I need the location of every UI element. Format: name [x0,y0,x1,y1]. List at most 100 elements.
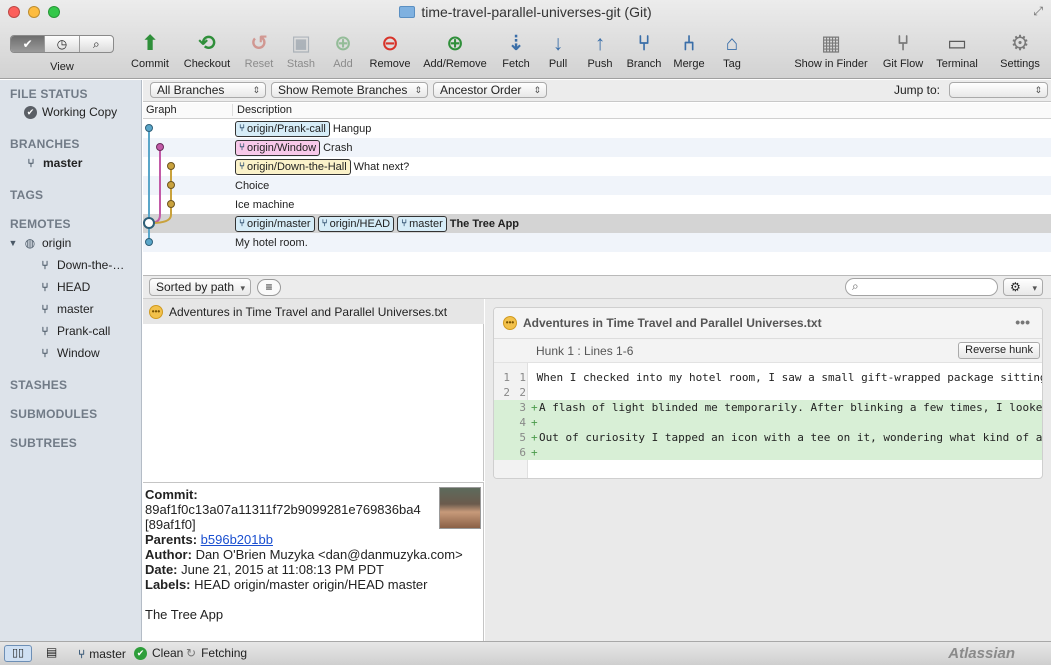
graph-head-node [143,217,155,229]
disclosure-triangle-icon[interactable]: ▼ [8,235,18,251]
add-remove-icon: ⊕ [446,32,464,55]
branch-tag-label: origin/Window [247,141,317,154]
parent-commit-link[interactable]: b596b201bb [201,532,273,547]
file-list-item[interactable]: ••• Adventures in Time Travel and Parall… [143,299,484,324]
stashes-header[interactable]: STASHES [10,378,67,392]
show-in-finder-button[interactable]: ▦ Show in Finder [794,30,867,76]
tag-button[interactable]: ⌂ Tag [705,30,759,76]
branch-tag: ⑂ origin/Prank-call [235,120,330,137]
commit-graph [143,124,175,246]
file-status-header[interactable]: FILE STATUS [10,87,88,101]
commit-row[interactable]: My hotel room. [143,233,1051,252]
commit-row[interactable]: ⑂ origin/Down-the-Hall What next? [143,157,1051,176]
diff-file-name: Adventures in Time Travel and Parallel U… [523,316,822,330]
search-view-icon[interactable]: ⌕ [80,36,113,52]
diff-line-added[interactable]: 5 + Out of curiosity I tapped an icon with… [494,430,1042,445]
chevron-down-icon: ▾ [240,283,245,293]
gear-icon: ⚙ [1010,32,1030,55]
reverse-hunk-button[interactable]: Reverse hunk [958,342,1040,359]
commit-message: The Tree App [449,217,520,230]
branches-filter-dropdown[interactable]: All Branches ⇕ [150,82,266,98]
commit-row[interactable]: Ice machine [143,195,1051,214]
tags-header[interactable]: TAGS [10,188,43,202]
list-view-icon[interactable]: ≡ [257,279,281,296]
sidebar-item-remote-prank-call[interactable]: ⑂ Prank-call [38,323,110,339]
sidebar-toggle-icon[interactable]: ▯▯ [4,645,32,662]
graph-commit-node [167,162,175,170]
log-history-view-icon[interactable]: ◷ [45,36,80,52]
branch-tag: ⑂ origin/HEAD [317,215,395,232]
graph-commit-node [167,200,175,208]
diff-line[interactable]: 22 [494,385,1042,400]
settings-button[interactable]: ⚙ Settings [993,30,1047,76]
sidebar-item-origin[interactable]: ▼ ◍ origin [8,235,72,251]
diff-line-text: A flash of light blinded me temporarily.… [539,401,1043,414]
updown-arrows-icon: ⇕ [414,85,422,95]
sidebar-item-remote-window[interactable]: ⑂ Window [38,345,99,361]
author-label: Author: [145,547,192,562]
settings-gear-dropdown[interactable]: ⚙ ▾ [1003,278,1043,296]
branch-icon: ⑂ [41,258,49,272]
remote-filter-value: Show Remote Branches [278,83,408,97]
remove-icon: ⊖ [381,32,399,55]
graph-lane-line [149,147,161,224]
commit-icon: ⬆ [141,32,159,55]
bottom-pane-toggle-icon[interactable]: ▤ [46,645,57,659]
search-input[interactable] [866,280,994,294]
branch-icon: ⑂ [78,647,86,661]
sidebar-item-remote-down-the-hall[interactable]: ⑂ Down-the-… [38,257,124,273]
commit-row-selected[interactable]: ⑂ origin/master ⑂ origin/HEAD ⑂ master The … [143,214,1051,233]
commit-row[interactable]: ⑂ origin/Window Crash [143,138,1051,157]
diff-line[interactable]: 11 When I checked into my hotel room, I … [494,370,1042,385]
branch-icon: ⑂ [41,324,49,338]
fullscreen-icon[interactable]: ⤢ [1033,4,1043,19]
new-line-number: 2 [519,386,526,399]
submodules-header[interactable]: SUBMODULES [10,407,97,421]
sidebar-item-working-copy[interactable]: ✔ Working Copy [24,104,117,120]
branches-header[interactable]: BRANCHES [10,137,80,151]
branch-tag: ⑂ origin/master [235,215,315,232]
subtrees-header[interactable]: SUBTREES [10,436,77,450]
modified-icon: ••• [149,304,163,319]
sidebar-item-remote-master[interactable]: ⑂ master [38,301,93,317]
commit-row[interactable]: ⑂ origin/Prank-call Hangup [143,119,1051,138]
diff-card: ••• Adventures in Time Travel and Parall… [493,307,1043,479]
commit-row[interactable]: Choice [143,176,1051,195]
branch-icon: ⑂ [401,218,408,229]
graph-commit-node [145,124,153,132]
new-line-number: 1 [519,371,526,384]
diff-line-added[interactable]: 6 + [494,445,1042,460]
sidebar-item-remote-head[interactable]: ⑂ HEAD [38,279,90,295]
check-circle-icon: ✔ [24,105,37,119]
graph-column-header[interactable]: Graph [146,104,177,116]
avatar [439,487,481,529]
log-filter-bar: All Branches ⇕ Show Remote Branches ⇕ Ance… [143,80,1051,102]
commit-details: Commit: 89af1f0c13a07a11311f72b9099281e7… [143,482,484,641]
branch-tag: ⑂ origin/Down-the-Hall [235,158,351,175]
commit-hash: 89af1f0c13a07a11311f72b9099281e769836ba4 [145,502,421,517]
diff-line-added[interactable]: 4 + [494,415,1042,430]
git-flow-icon: ⑂ [896,32,910,55]
checkout-icon: ⟲ [198,32,216,55]
updown-arrows-icon: ⇕ [533,85,541,95]
hunk-header: Hunk 1 : Lines 1-6 Reverse hunk [494,339,1042,363]
jump-to-dropdown[interactable]: ⇕ [949,82,1048,98]
graph-commit-node [145,238,153,246]
more-options-icon[interactable]: ••• [1015,314,1030,330]
diff-line-added[interactable]: 3 + A flash of light blinded me temporaril… [494,400,1043,415]
search-field[interactable]: ⌕ [845,278,998,296]
sort-dropdown[interactable]: Sorted by path ▾ [149,278,251,296]
view-segmented-control[interactable]: ✔ ◷ ⌕ [10,35,114,53]
clean-status: ✔ Clean [134,646,183,660]
remotes-header[interactable]: REMOTES [10,217,71,231]
log-column-headers: Graph Description [143,103,1051,119]
terminal-icon: ▭ [947,32,967,55]
sidebar: FILE STATUS ✔ Working Copy BRANCHES ⑂ mast… [0,80,142,641]
sort-label: Sorted by path [156,280,235,294]
tag-icon: ⌂ [725,32,739,55]
file-status-view-icon[interactable]: ✔ [11,36,46,52]
sidebar-item-master[interactable]: ⑂ master [24,155,82,171]
description-column-header[interactable]: Description [232,104,292,116]
order-dropdown[interactable]: Ancestor Order ⇕ [433,82,547,98]
remote-filter-dropdown[interactable]: Show Remote Branches ⇕ [271,82,428,98]
